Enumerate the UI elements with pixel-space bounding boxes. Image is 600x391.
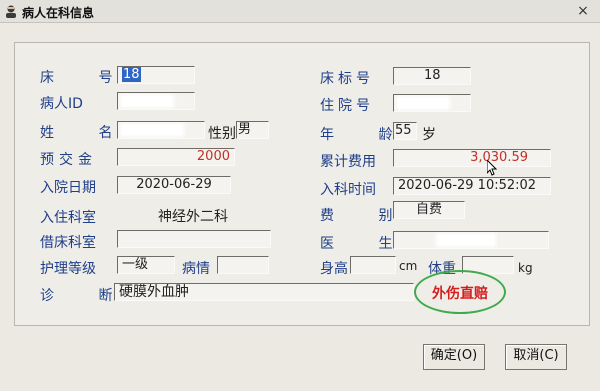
bed-label-field[interactable]: 18 xyxy=(393,67,471,85)
name-redaction xyxy=(122,125,182,135)
fee-type-value: 自费 xyxy=(415,202,442,217)
admit-date-value: 2020-06-29 xyxy=(136,177,212,192)
inpatient-no-field[interactable] xyxy=(393,94,471,112)
condition-field[interactable] xyxy=(217,256,269,274)
name-field[interactable] xyxy=(117,121,205,139)
gender-label: 性别 xyxy=(208,126,236,142)
close-icon[interactable]: × xyxy=(574,3,592,19)
stamp-text: 外伤直赔 xyxy=(432,286,488,302)
condition-label: 病情 xyxy=(182,261,210,277)
fee-type-field[interactable]: 自费 xyxy=(393,201,465,219)
prepaid-value: 2000 xyxy=(196,149,230,164)
nursing-level-value: 一级 xyxy=(122,257,149,272)
admit-date-label: 入院日期 xyxy=(40,180,96,196)
admit-dept-label: 入住科室 xyxy=(40,210,96,226)
height-label: 身高 xyxy=(320,261,348,277)
ok-button[interactable]: 确定(O) xyxy=(423,344,485,370)
title-bar: 病人在科信息 × xyxy=(0,0,600,23)
age-field[interactable]: 55 xyxy=(393,122,417,140)
patient-icon xyxy=(6,5,16,18)
nursing-level-label: 护理等级 xyxy=(40,261,96,277)
height-unit: cm xyxy=(399,259,418,273)
gender-value: 男 xyxy=(238,122,252,137)
age-unit: 岁 xyxy=(422,127,436,143)
inpatient-no-label: 住院号 xyxy=(320,98,374,114)
dept-time-field[interactable]: 2020-06-29 10:52:02 xyxy=(393,177,551,195)
total-cost-label: 累计费用 xyxy=(320,154,376,170)
bed-no-value: 18 xyxy=(122,67,141,82)
borrow-dept-field[interactable] xyxy=(117,230,271,248)
gender-field[interactable]: 男 xyxy=(236,121,269,139)
borrow-dept-label: 借床科室 xyxy=(40,235,96,251)
doctor-field[interactable] xyxy=(393,231,549,249)
dept-time-label: 入科时间 xyxy=(320,182,376,198)
total-cost-field[interactable]: 3,030.59 xyxy=(393,149,551,167)
inpatient-no-redaction xyxy=(398,98,448,108)
diagnosis-value: 硬膜外血肿 xyxy=(119,284,189,300)
patient-id-redaction xyxy=(122,96,172,106)
bed-no-field[interactable]: 18 xyxy=(117,66,195,84)
patient-info-window: 病人在科信息 × 床 号 18 病人ID 姓 名 性别 男 预交金 2000 入… xyxy=(0,0,600,391)
patient-id-field[interactable] xyxy=(117,92,195,110)
dept-time-value: 2020-06-29 10:52:02 xyxy=(398,178,537,193)
height-field[interactable] xyxy=(350,256,396,274)
mouse-cursor-icon xyxy=(487,160,497,176)
admit-date-field[interactable]: 2020-06-29 xyxy=(117,176,231,194)
bed-label-value: 18 xyxy=(424,68,441,83)
patient-id-label: 病人ID xyxy=(40,96,83,112)
prepaid-label: 预交金 xyxy=(40,152,97,168)
total-cost-value: 3,030.59 xyxy=(470,150,528,165)
bed-label-label: 床标号 xyxy=(320,71,374,87)
admit-dept-value: 神经外二科 xyxy=(158,209,228,225)
diagnosis-field[interactable]: 硬膜外血肿 xyxy=(114,283,414,301)
insurance-stamp: 外伤直赔 xyxy=(414,270,506,314)
window-title: 病人在科信息 xyxy=(22,6,95,20)
cancel-button[interactable]: 取消(C) xyxy=(505,344,567,370)
prepaid-field[interactable]: 2000 xyxy=(117,148,235,166)
weight-unit: kg xyxy=(518,261,533,275)
age-value: 55 xyxy=(395,123,412,138)
nursing-level-field[interactable]: 一级 xyxy=(117,256,175,274)
doctor-redaction xyxy=(438,235,494,245)
